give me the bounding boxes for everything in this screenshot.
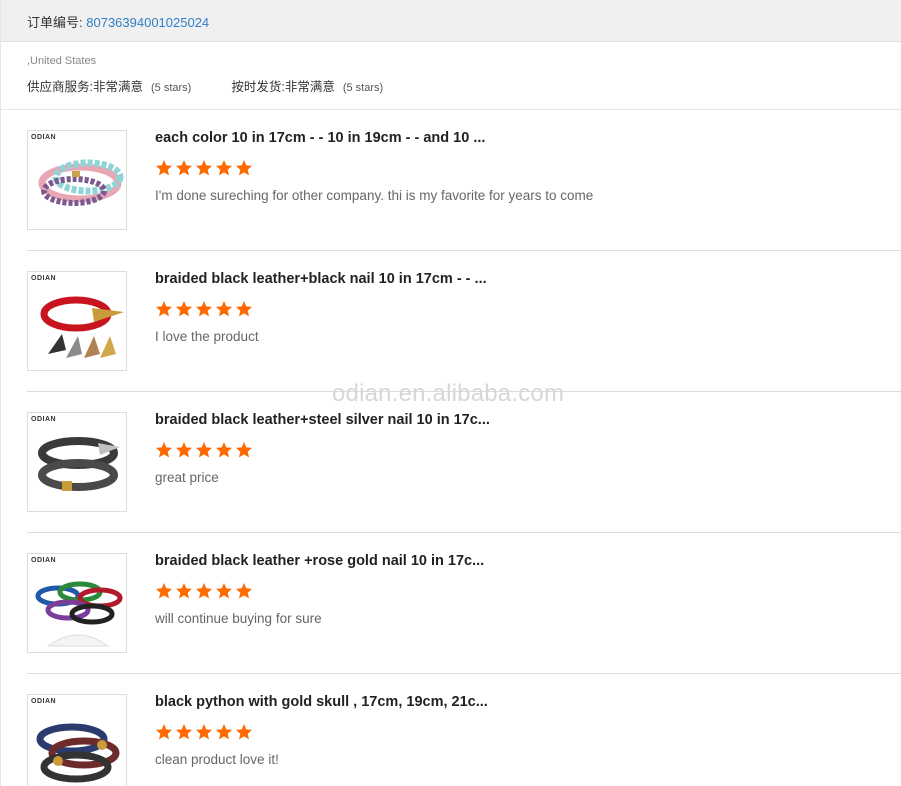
supplier-service-label: 供应商服务: — [27, 80, 93, 94]
star-icon — [236, 442, 252, 458]
star-icon — [216, 583, 232, 599]
supplier-service-stars: (5 stars) — [151, 82, 192, 94]
product-thumbnail[interactable]: ODIAN — [27, 412, 127, 512]
brand-logo: ODIAN — [31, 698, 57, 705]
star-icon — [236, 160, 252, 176]
star-icon — [196, 301, 212, 317]
bracelet-image-multicolor — [35, 581, 123, 647]
product-thumbnail[interactable]: ODIAN — [27, 271, 127, 371]
star-rating — [155, 300, 255, 318]
list-item: ODIAN black python with gold skull , 17c… — [27, 674, 901, 786]
star-icon — [236, 583, 252, 599]
brand-logo: ODIAN — [31, 557, 57, 564]
shipping-stars: (5 stars) — [342, 82, 384, 94]
product-thumbnail[interactable]: ODIAN — [27, 553, 127, 653]
supplier-service-rating: 供应商服务: 非常满意 (5 stars) — [27, 76, 191, 95]
order-number-label: 订单编号: — [27, 15, 83, 30]
star-icon — [216, 160, 232, 176]
list-item: ODIAN braided black leather+black nail 1… — [27, 251, 901, 392]
product-title[interactable]: braided black leather+black nail 10 in 1… — [155, 271, 515, 287]
star-icon — [216, 724, 232, 740]
list-item: ODIAN each color 10 in 17cm - - 10 in 19… — [27, 110, 901, 251]
review-text: will continue buying for sure — [155, 611, 322, 626]
star-icon — [216, 442, 232, 458]
product-title[interactable]: black python with gold skull , 17cm, 19c… — [155, 694, 515, 710]
brand-logo: ODIAN — [31, 134, 57, 141]
star-icon — [196, 583, 212, 599]
review-text: I love the product — [155, 329, 259, 344]
supplier-service-value: 非常满意 — [92, 80, 143, 94]
review-text: great price — [155, 470, 219, 485]
star-icon — [196, 442, 212, 458]
brand-logo: ODIAN — [31, 416, 57, 423]
product-title[interactable]: each color 10 in 17cm - - 10 in 19cm - -… — [155, 130, 515, 146]
star-icon — [236, 724, 252, 740]
order-header: 订单编号: 80736394001025024 — [1, 0, 901, 42]
star-icon — [236, 301, 252, 317]
star-icon — [196, 724, 212, 740]
ratings-row: 供应商服务: 非常满意 (5 stars) 按时发货: 非常满意 (5 star… — [27, 76, 887, 95]
star-icon — [176, 724, 192, 740]
product-thumbnail[interactable]: ODIAN — [27, 694, 127, 786]
star-icon — [176, 160, 192, 176]
seller-rating-summary: ,United States 供应商服务: 非常满意 (5 stars) 按时发… — [27, 55, 887, 95]
product-title[interactable]: braided black leather+steel silver nail … — [155, 412, 515, 428]
star-icon — [176, 301, 192, 317]
star-icon — [216, 301, 232, 317]
bracelet-image-python — [36, 723, 120, 783]
feedback-list: ODIAN each color 10 in 17cm - - 10 in 19… — [27, 110, 901, 786]
buyer-country: ,United States — [27, 55, 97, 67]
star-icon — [156, 301, 172, 317]
order-number-link[interactable]: 80736394001025024 — [86, 15, 209, 30]
list-item: ODIAN braided black leather +rose gold n… — [27, 533, 901, 674]
star-icon — [156, 724, 172, 740]
star-icon — [196, 160, 212, 176]
star-icon — [156, 442, 172, 458]
bracelet-image-beaded — [38, 159, 124, 206]
bracelet-image-red-leather — [40, 296, 124, 358]
shipping-label: 按时发货: — [231, 80, 285, 94]
product-thumbnail[interactable]: ODIAN — [27, 130, 127, 230]
star-icon — [156, 160, 172, 176]
review-text: I'm done sureching for other company. th… — [155, 188, 594, 203]
shipping-value: 非常满意 — [284, 80, 335, 94]
star-rating — [155, 582, 255, 600]
star-icon — [156, 583, 172, 599]
shipping-rating: 按时发货: 非常满意 (5 stars) — [231, 76, 383, 95]
star-icon — [176, 583, 192, 599]
star-rating — [155, 159, 255, 177]
star-rating — [155, 441, 255, 459]
review-text: clean product love it! — [155, 752, 279, 767]
star-icon — [176, 442, 192, 458]
bracelet-image-black-leather — [38, 437, 120, 491]
product-title[interactable]: braided black leather +rose gold nail 10… — [155, 553, 515, 569]
brand-logo: ODIAN — [31, 275, 57, 282]
star-rating — [155, 723, 255, 741]
feedback-page: 订单编号: 80736394001025024 ,United States 供… — [0, 0, 901, 786]
list-item: ODIAN braided black leather+steel silver… — [27, 392, 901, 533]
